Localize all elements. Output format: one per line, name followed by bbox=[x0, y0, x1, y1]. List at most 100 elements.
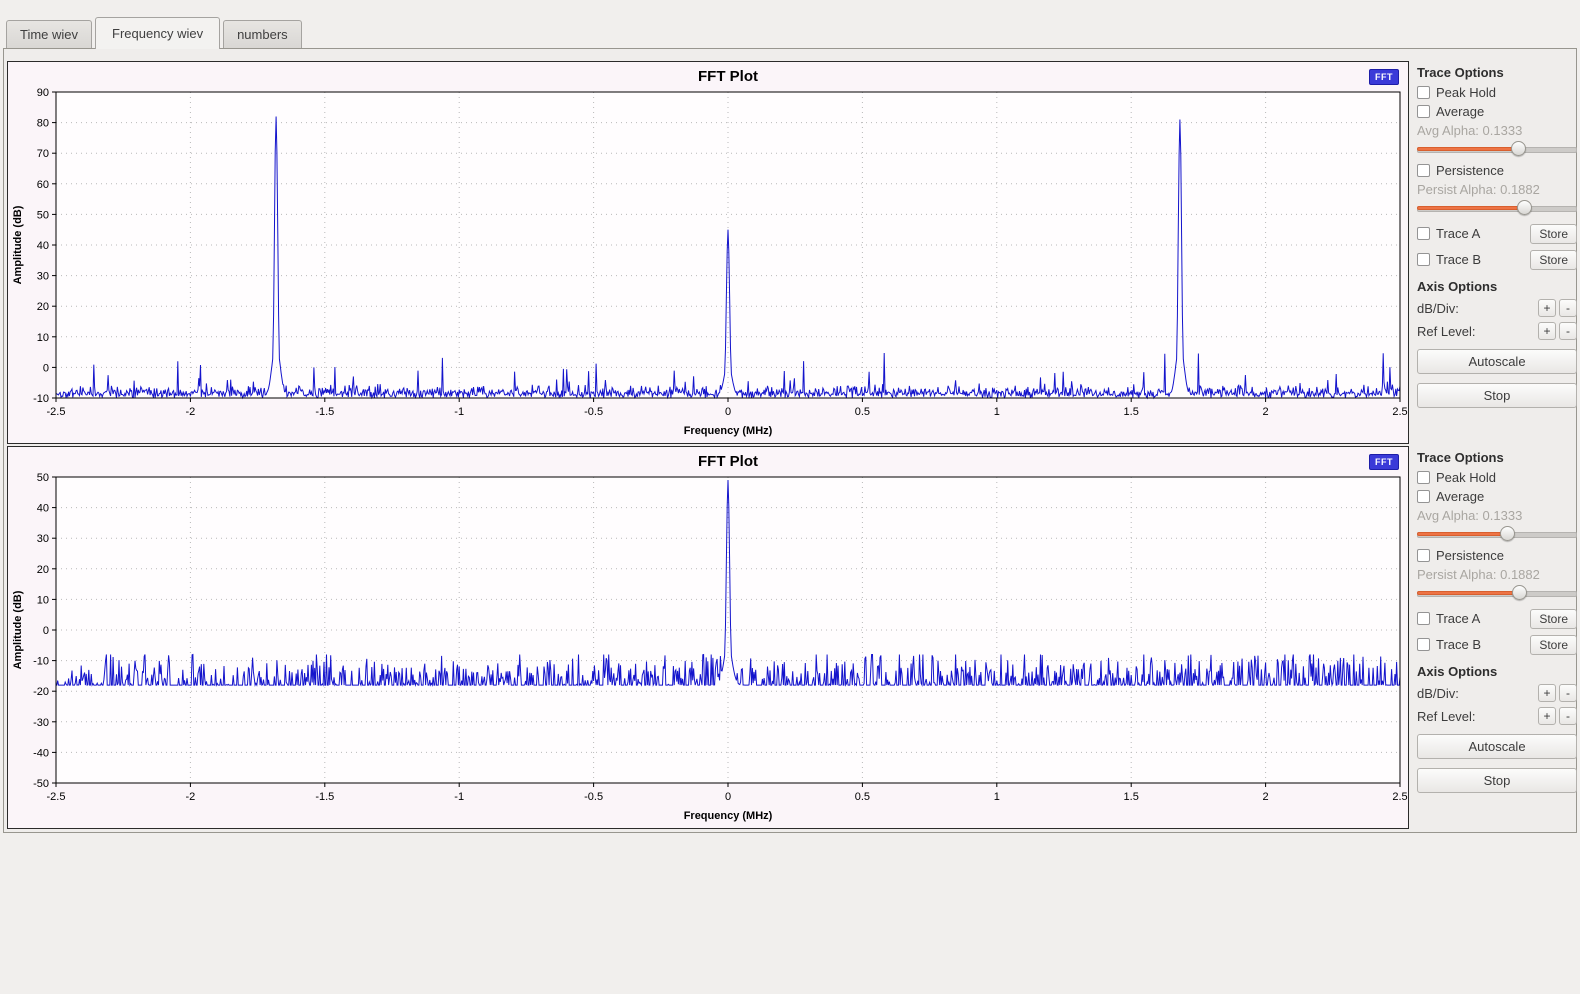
slider-handle[interactable] bbox=[1511, 141, 1526, 156]
ref-level-row: Ref Level: + - bbox=[1417, 322, 1577, 340]
svg-text:20: 20 bbox=[37, 564, 49, 576]
trace-b-label: Trace B bbox=[1436, 252, 1481, 267]
svg-text:2.5: 2.5 bbox=[1392, 791, 1407, 803]
checkbox-box-icon[interactable] bbox=[1417, 490, 1430, 503]
average-label: Average bbox=[1436, 489, 1484, 504]
svg-text:Frequency (MHz): Frequency (MHz) bbox=[684, 425, 773, 437]
fft-chart-top[interactable]: -2.5-2-1.5-1-0.500.511.522.5-10010203040… bbox=[8, 62, 1408, 443]
store-trace-b-button[interactable]: Store bbox=[1530, 250, 1577, 270]
svg-text:1.5: 1.5 bbox=[1124, 791, 1139, 803]
slider-fill bbox=[1417, 532, 1507, 536]
persistence-checkbox[interactable]: Persistence bbox=[1417, 548, 1577, 563]
autoscale-button[interactable]: Autoscale bbox=[1417, 734, 1577, 759]
average-checkbox[interactable]: Average bbox=[1417, 489, 1577, 504]
peak-hold-label: Peak Hold bbox=[1436, 470, 1496, 485]
persist-alpha-label: Persist Alpha: 0.1882 bbox=[1417, 567, 1577, 582]
svg-text:-2.5: -2.5 bbox=[47, 406, 66, 418]
svg-text:90: 90 bbox=[37, 87, 49, 99]
store-trace-a-button[interactable]: Store bbox=[1530, 609, 1577, 629]
tab-numbers[interactable]: numbers bbox=[223, 20, 302, 48]
persist-alpha-slider[interactable] bbox=[1417, 200, 1577, 215]
svg-text:Amplitude (dB): Amplitude (dB) bbox=[12, 590, 24, 669]
fft-panel-top: -2.5-2-1.5-1-0.500.511.522.5-10010203040… bbox=[7, 61, 1573, 444]
svg-text:-10: -10 bbox=[33, 656, 49, 668]
ref-level-plus-button[interactable]: + bbox=[1538, 322, 1556, 340]
fft-plot-area-top: -2.5-2-1.5-1-0.500.511.522.5-10010203040… bbox=[7, 61, 1409, 444]
trace-a-checkbox[interactable]: Trace A bbox=[1417, 226, 1480, 241]
svg-text:50: 50 bbox=[37, 209, 49, 221]
ref-level-minus-button[interactable]: - bbox=[1559, 707, 1577, 725]
db-div-plus-button[interactable]: + bbox=[1538, 299, 1556, 317]
svg-text:-2.5: -2.5 bbox=[47, 791, 66, 803]
persist-alpha-slider[interactable] bbox=[1417, 585, 1577, 600]
svg-text:2: 2 bbox=[1263, 406, 1269, 418]
stop-button[interactable]: Stop bbox=[1417, 768, 1577, 793]
trace-a-label: Trace A bbox=[1436, 611, 1480, 626]
trace-controls-sidebar-bottom: Trace Options Peak Hold Average Avg Alph… bbox=[1409, 446, 1580, 829]
avg-alpha-slider[interactable] bbox=[1417, 141, 1577, 156]
checkbox-box-icon[interactable] bbox=[1417, 227, 1430, 240]
ref-level-label: Ref Level: bbox=[1417, 324, 1535, 339]
db-div-label: dB/Div: bbox=[1417, 301, 1535, 316]
trace-a-checkbox[interactable]: Trace A bbox=[1417, 611, 1480, 626]
store-trace-a-button[interactable]: Store bbox=[1530, 224, 1577, 244]
svg-text:70: 70 bbox=[37, 148, 49, 160]
svg-text:FFT Plot: FFT Plot bbox=[698, 453, 758, 470]
persistence-label: Persistence bbox=[1436, 548, 1504, 563]
checkbox-box-icon[interactable] bbox=[1417, 253, 1430, 266]
tab-frequency-view[interactable]: Frequency wiev bbox=[95, 17, 220, 49]
db-div-row: dB/Div: + - bbox=[1417, 684, 1577, 702]
svg-text:-50: -50 bbox=[33, 778, 49, 790]
svg-text:10: 10 bbox=[37, 594, 49, 606]
fft-chart-bottom[interactable]: -2.5-2-1.5-1-0.500.511.522.5-50-40-30-20… bbox=[8, 447, 1408, 828]
axis-options-heading: Axis Options bbox=[1417, 664, 1577, 679]
svg-text:40: 40 bbox=[37, 240, 49, 252]
peak-hold-checkbox[interactable]: Peak Hold bbox=[1417, 85, 1577, 100]
checkbox-box-icon[interactable] bbox=[1417, 612, 1430, 625]
svg-text:-0.5: -0.5 bbox=[584, 791, 603, 803]
db-div-plus-button[interactable]: + bbox=[1538, 684, 1556, 702]
checkbox-box-icon[interactable] bbox=[1417, 471, 1430, 484]
ref-level-plus-button[interactable]: + bbox=[1538, 707, 1556, 725]
fft-plot-area-bottom: -2.5-2-1.5-1-0.500.511.522.5-50-40-30-20… bbox=[7, 446, 1409, 829]
ref-level-minus-button[interactable]: - bbox=[1559, 322, 1577, 340]
average-checkbox[interactable]: Average bbox=[1417, 104, 1577, 119]
checkbox-box-icon[interactable] bbox=[1417, 638, 1430, 651]
svg-text:-1.5: -1.5 bbox=[315, 791, 334, 803]
svg-text:0: 0 bbox=[43, 625, 49, 637]
svg-text:0: 0 bbox=[725, 791, 731, 803]
axis-options-heading: Axis Options bbox=[1417, 279, 1577, 294]
avg-alpha-slider[interactable] bbox=[1417, 526, 1577, 541]
svg-text:2.5: 2.5 bbox=[1392, 406, 1407, 418]
svg-text:1: 1 bbox=[994, 791, 1000, 803]
trace-b-checkbox[interactable]: Trace B bbox=[1417, 252, 1481, 267]
db-div-minus-button[interactable]: - bbox=[1559, 684, 1577, 702]
tab-time-view[interactable]: Time wiev bbox=[6, 20, 92, 48]
slider-handle[interactable] bbox=[1500, 526, 1515, 541]
slider-handle[interactable] bbox=[1517, 200, 1532, 215]
db-div-minus-button[interactable]: - bbox=[1559, 299, 1577, 317]
svg-text:80: 80 bbox=[37, 118, 49, 130]
average-label: Average bbox=[1436, 104, 1484, 119]
svg-text:0: 0 bbox=[43, 362, 49, 374]
trace-a-row: Trace A Store bbox=[1417, 222, 1577, 245]
svg-text:2: 2 bbox=[1263, 791, 1269, 803]
db-div-label: dB/Div: bbox=[1417, 686, 1535, 701]
checkbox-box-icon[interactable] bbox=[1417, 164, 1430, 177]
trace-b-checkbox[interactable]: Trace B bbox=[1417, 637, 1481, 652]
svg-text:-40: -40 bbox=[33, 747, 49, 759]
svg-text:-2: -2 bbox=[186, 406, 196, 418]
checkbox-box-icon[interactable] bbox=[1417, 86, 1430, 99]
slider-fill bbox=[1417, 147, 1518, 151]
persistence-checkbox[interactable]: Persistence bbox=[1417, 163, 1577, 178]
db-div-row: dB/Div: + - bbox=[1417, 299, 1577, 317]
trace-a-row: Trace A Store bbox=[1417, 607, 1577, 630]
autoscale-button[interactable]: Autoscale bbox=[1417, 349, 1577, 374]
store-trace-b-button[interactable]: Store bbox=[1530, 635, 1577, 655]
peak-hold-checkbox[interactable]: Peak Hold bbox=[1417, 470, 1577, 485]
trace-b-row: Trace B Store bbox=[1417, 248, 1577, 271]
slider-handle[interactable] bbox=[1512, 585, 1527, 600]
checkbox-box-icon[interactable] bbox=[1417, 105, 1430, 118]
stop-button[interactable]: Stop bbox=[1417, 383, 1577, 408]
checkbox-box-icon[interactable] bbox=[1417, 549, 1430, 562]
